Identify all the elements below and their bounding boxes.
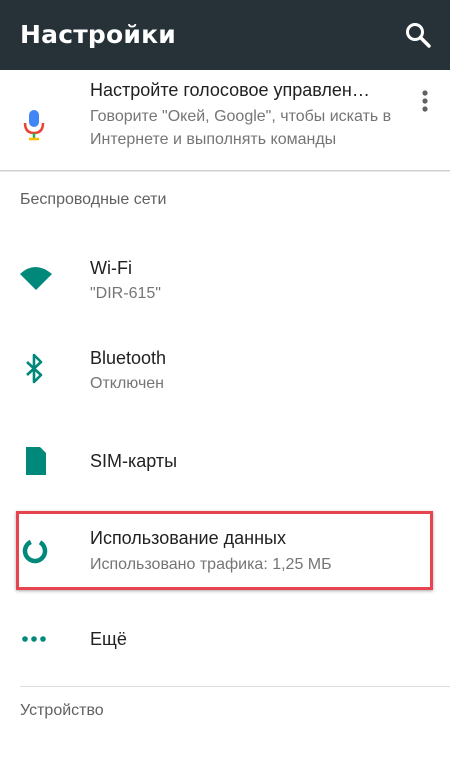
- settings-item-sim-cards[interactable]: SIM-карты: [0, 416, 450, 504]
- bluetooth-subtitle: Отключен: [90, 375, 165, 392]
- wifi-subtitle: "DIR-615": [90, 285, 161, 302]
- wifi-title: Wi-Fi: [90, 258, 132, 278]
- settings-item-wifi[interactable]: Wi-Fi "DIR-615": [0, 232, 450, 320]
- suggestion-description: Говорите "Окей, Google", чтобы искать в …: [90, 108, 392, 148]
- highlight-frame: [16, 511, 433, 590]
- more-title: Ещё: [90, 629, 127, 649]
- more-horizontal-icon: [20, 624, 54, 658]
- settings-item-more[interactable]: Ещё: [0, 596, 450, 684]
- bluetooth-title: Bluetooth: [90, 348, 167, 368]
- voice-suggestion-card[interactable]: Настройте голосовое управлен… Говорите "…: [0, 70, 450, 171]
- sim-card-icon: [20, 444, 54, 478]
- suggestion-title: Настройте голосовое управлен…: [90, 80, 370, 100]
- app-bar: Настройки: [0, 0, 450, 70]
- wifi-icon: [20, 262, 54, 296]
- microphone-icon: [22, 108, 46, 144]
- page-title: Настройки: [20, 20, 176, 49]
- search-icon[interactable]: [402, 19, 434, 51]
- sim-title: SIM-карты: [90, 451, 178, 471]
- divider: [20, 686, 450, 687]
- more-vertical-icon[interactable]: [415, 88, 435, 116]
- section-header-device: Устройство: [20, 702, 104, 719]
- settings-item-bluetooth[interactable]: Bluetooth Отключен: [0, 322, 450, 410]
- section-header-wireless: Беспроводные сети: [20, 191, 167, 208]
- bluetooth-icon: [20, 352, 54, 386]
